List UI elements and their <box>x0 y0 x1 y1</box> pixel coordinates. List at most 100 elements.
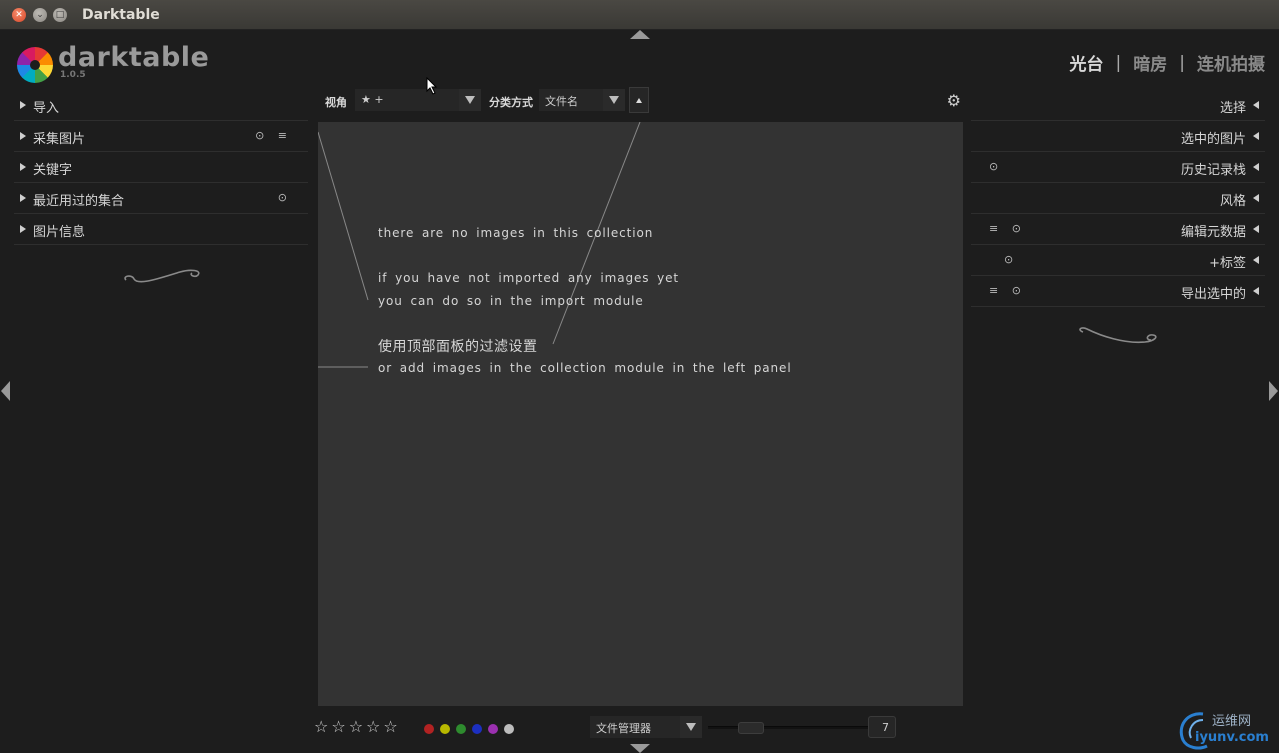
filter-toolbar: 视角 ★ + 分类方式 文件名 ⚙ <box>318 87 963 115</box>
module-label: 历史记录栈 <box>1180 163 1246 178</box>
collapse-right-panel-arrow-icon[interactable] <box>1269 381 1278 401</box>
expand-arrow-icon <box>20 194 26 202</box>
expand-arrow-icon <box>1253 256 1259 264</box>
star-rating-filter[interactable]: ☆☆☆☆☆ <box>314 717 401 736</box>
green-label-icon[interactable] <box>456 724 466 734</box>
lighttable-center-area: there are no images in this collection i… <box>318 122 963 706</box>
darktable-logo-icon <box>17 47 53 83</box>
module-label: 关键字 <box>33 163 73 178</box>
watermark-line2: iyunv.com <box>1195 730 1269 745</box>
collapse-top-panel-arrow-icon[interactable] <box>630 30 650 39</box>
expand-arrow-icon <box>20 225 26 233</box>
right-panel: 选择 选中的图片 ⊙ 历史记录栈 风格 ≡ ⊙ 编辑元数据 ⊙ +标签 ≡ ⊙ … <box>971 90 1265 344</box>
module-label: 采集图片 <box>33 132 86 147</box>
expand-arrow-icon <box>1253 287 1259 295</box>
reset-icon[interactable]: ⊙ <box>989 160 1003 173</box>
expand-arrow-icon <box>20 163 26 171</box>
reset-presets-icons[interactable]: ⊙ ≡ <box>255 129 292 142</box>
sort-order-button[interactable] <box>629 87 649 113</box>
sort-dropdown[interactable]: 文件名 <box>539 89 625 111</box>
brand-name: darktable <box>58 42 210 73</box>
zoom-entry[interactable]: 7 <box>868 716 896 738</box>
module-styles[interactable]: 风格 <box>971 183 1265 214</box>
minimize-window-button[interactable]: ⌄ <box>33 8 47 22</box>
module-label: 选中的图片 <box>1180 132 1246 147</box>
module-label: 编辑元数据 <box>1180 225 1246 240</box>
view-switcher: 光台 | 暗房 | 连机拍摄 <box>1070 50 1265 76</box>
module-keywords[interactable]: 关键字 <box>14 152 308 183</box>
layout-dropdown[interactable]: 文件管理器 <box>590 716 702 738</box>
sort-value: 文件名 <box>545 95 578 108</box>
watermark: 运维网 iyunv.com <box>1173 708 1273 752</box>
expand-arrow-icon <box>20 101 26 109</box>
view-filter-value: ★ + <box>361 93 384 106</box>
dropdown-arrow-icon[interactable] <box>459 89 481 111</box>
module-label: 风格 <box>1219 194 1246 209</box>
module-import[interactable]: 导入 <box>14 90 308 121</box>
darktable-app: darktable 1.0.5 光台 | 暗房 | 连机拍摄 导入 采集图片 ⊙… <box>0 30 1279 753</box>
reset-icon[interactable]: ⊙ <box>278 191 292 204</box>
module-selected-images[interactable]: 选中的图片 <box>971 121 1265 152</box>
view-filter-dropdown[interactable]: ★ + <box>355 89 481 111</box>
mouse-cursor-icon <box>426 77 438 95</box>
left-panel: 导入 采集图片 ⊙ ≡ 关键字 最近用过的集合 ⊙ 图片信息 <box>14 90 308 283</box>
module-collect-images[interactable]: 采集图片 ⊙ ≡ <box>14 121 308 152</box>
expand-arrow-icon <box>1253 132 1259 140</box>
close-window-button[interactable]: ✕ <box>12 8 26 22</box>
view-filter-label: 视角 <box>325 96 347 109</box>
zoom-slider[interactable] <box>708 722 868 734</box>
expand-arrow-icon <box>20 132 26 140</box>
collapse-left-panel-arrow-icon[interactable] <box>1 381 10 401</box>
filter-hint: 使用顶部面板的过滤设置 <box>378 339 538 355</box>
module-label: 导出选中的 <box>1180 287 1246 302</box>
import-hint-line2: you can do so in the import module <box>378 294 644 308</box>
view-separator: | <box>1179 52 1185 73</box>
module-label: 选择 <box>1219 101 1246 116</box>
blue-label-icon[interactable] <box>472 724 482 734</box>
yellow-label-icon[interactable] <box>440 724 450 734</box>
reset-icon[interactable]: ⊙ <box>1004 253 1018 266</box>
clear-label-icon[interactable] <box>504 724 514 734</box>
module-label: 导入 <box>33 101 60 116</box>
expand-arrow-icon <box>1253 163 1259 171</box>
purple-label-icon[interactable] <box>488 724 498 734</box>
view-tethering[interactable]: 连机拍摄 <box>1197 50 1265 75</box>
brand-version: 1.0.5 <box>60 70 86 80</box>
sort-label: 分类方式 <box>489 96 533 109</box>
module-tagging[interactable]: ⊙ +标签 <box>971 245 1265 276</box>
collection-hint: or add images in the collection module i… <box>378 361 792 375</box>
empty-collection-message: there are no images in this collection <box>378 226 654 240</box>
collapse-bottom-panel-arrow-icon[interactable] <box>630 744 650 753</box>
red-label-icon[interactable] <box>424 724 434 734</box>
gear-icon[interactable]: ⚙ <box>947 91 961 110</box>
window-title: Darktable <box>82 7 160 23</box>
expand-arrow-icon <box>1253 194 1259 202</box>
watermark-line1: 运维网 <box>1212 714 1252 729</box>
module-metadata-editor[interactable]: ≡ ⊙ 编辑元数据 <box>971 214 1265 245</box>
module-select[interactable]: 选择 <box>971 90 1265 121</box>
view-lighttable[interactable]: 光台 <box>1070 50 1104 75</box>
dropdown-arrow-icon[interactable] <box>680 716 702 738</box>
module-history-stack[interactable]: ⊙ 历史记录栈 <box>971 152 1265 183</box>
maximize-window-button[interactable]: □ <box>53 8 67 22</box>
window-titlebar: ✕ ⌄ □ Darktable <box>0 0 1279 30</box>
import-hint-line1: if you have not imported any images yet <box>378 271 680 285</box>
dropdown-arrow-icon[interactable] <box>603 89 625 111</box>
layout-value: 文件管理器 <box>596 722 651 735</box>
right-panel-flourish-icon <box>1079 327 1157 344</box>
module-export-selected[interactable]: ≡ ⊙ 导出选中的 <box>971 276 1265 307</box>
help-lines <box>318 122 641 368</box>
view-darkroom[interactable]: 暗房 <box>1133 50 1167 75</box>
presets-reset-icons[interactable]: ≡ ⊙ <box>989 222 1026 235</box>
view-separator: | <box>1115 52 1122 73</box>
expand-arrow-icon <box>1253 225 1259 233</box>
left-panel-flourish-icon <box>124 269 200 283</box>
bottom-toolbar: ☆☆☆☆☆ 文件管理器 7 <box>0 713 1279 743</box>
module-label: 图片信息 <box>33 225 86 240</box>
module-label: 最近用过的集合 <box>33 194 125 209</box>
zoom-slider-handle[interactable] <box>738 722 764 734</box>
module-image-information[interactable]: 图片信息 <box>14 214 308 245</box>
expand-arrow-icon <box>1253 101 1259 109</box>
module-recent-collections[interactable]: 最近用过的集合 ⊙ <box>14 183 308 214</box>
presets-reset-icons[interactable]: ≡ ⊙ <box>989 284 1026 297</box>
